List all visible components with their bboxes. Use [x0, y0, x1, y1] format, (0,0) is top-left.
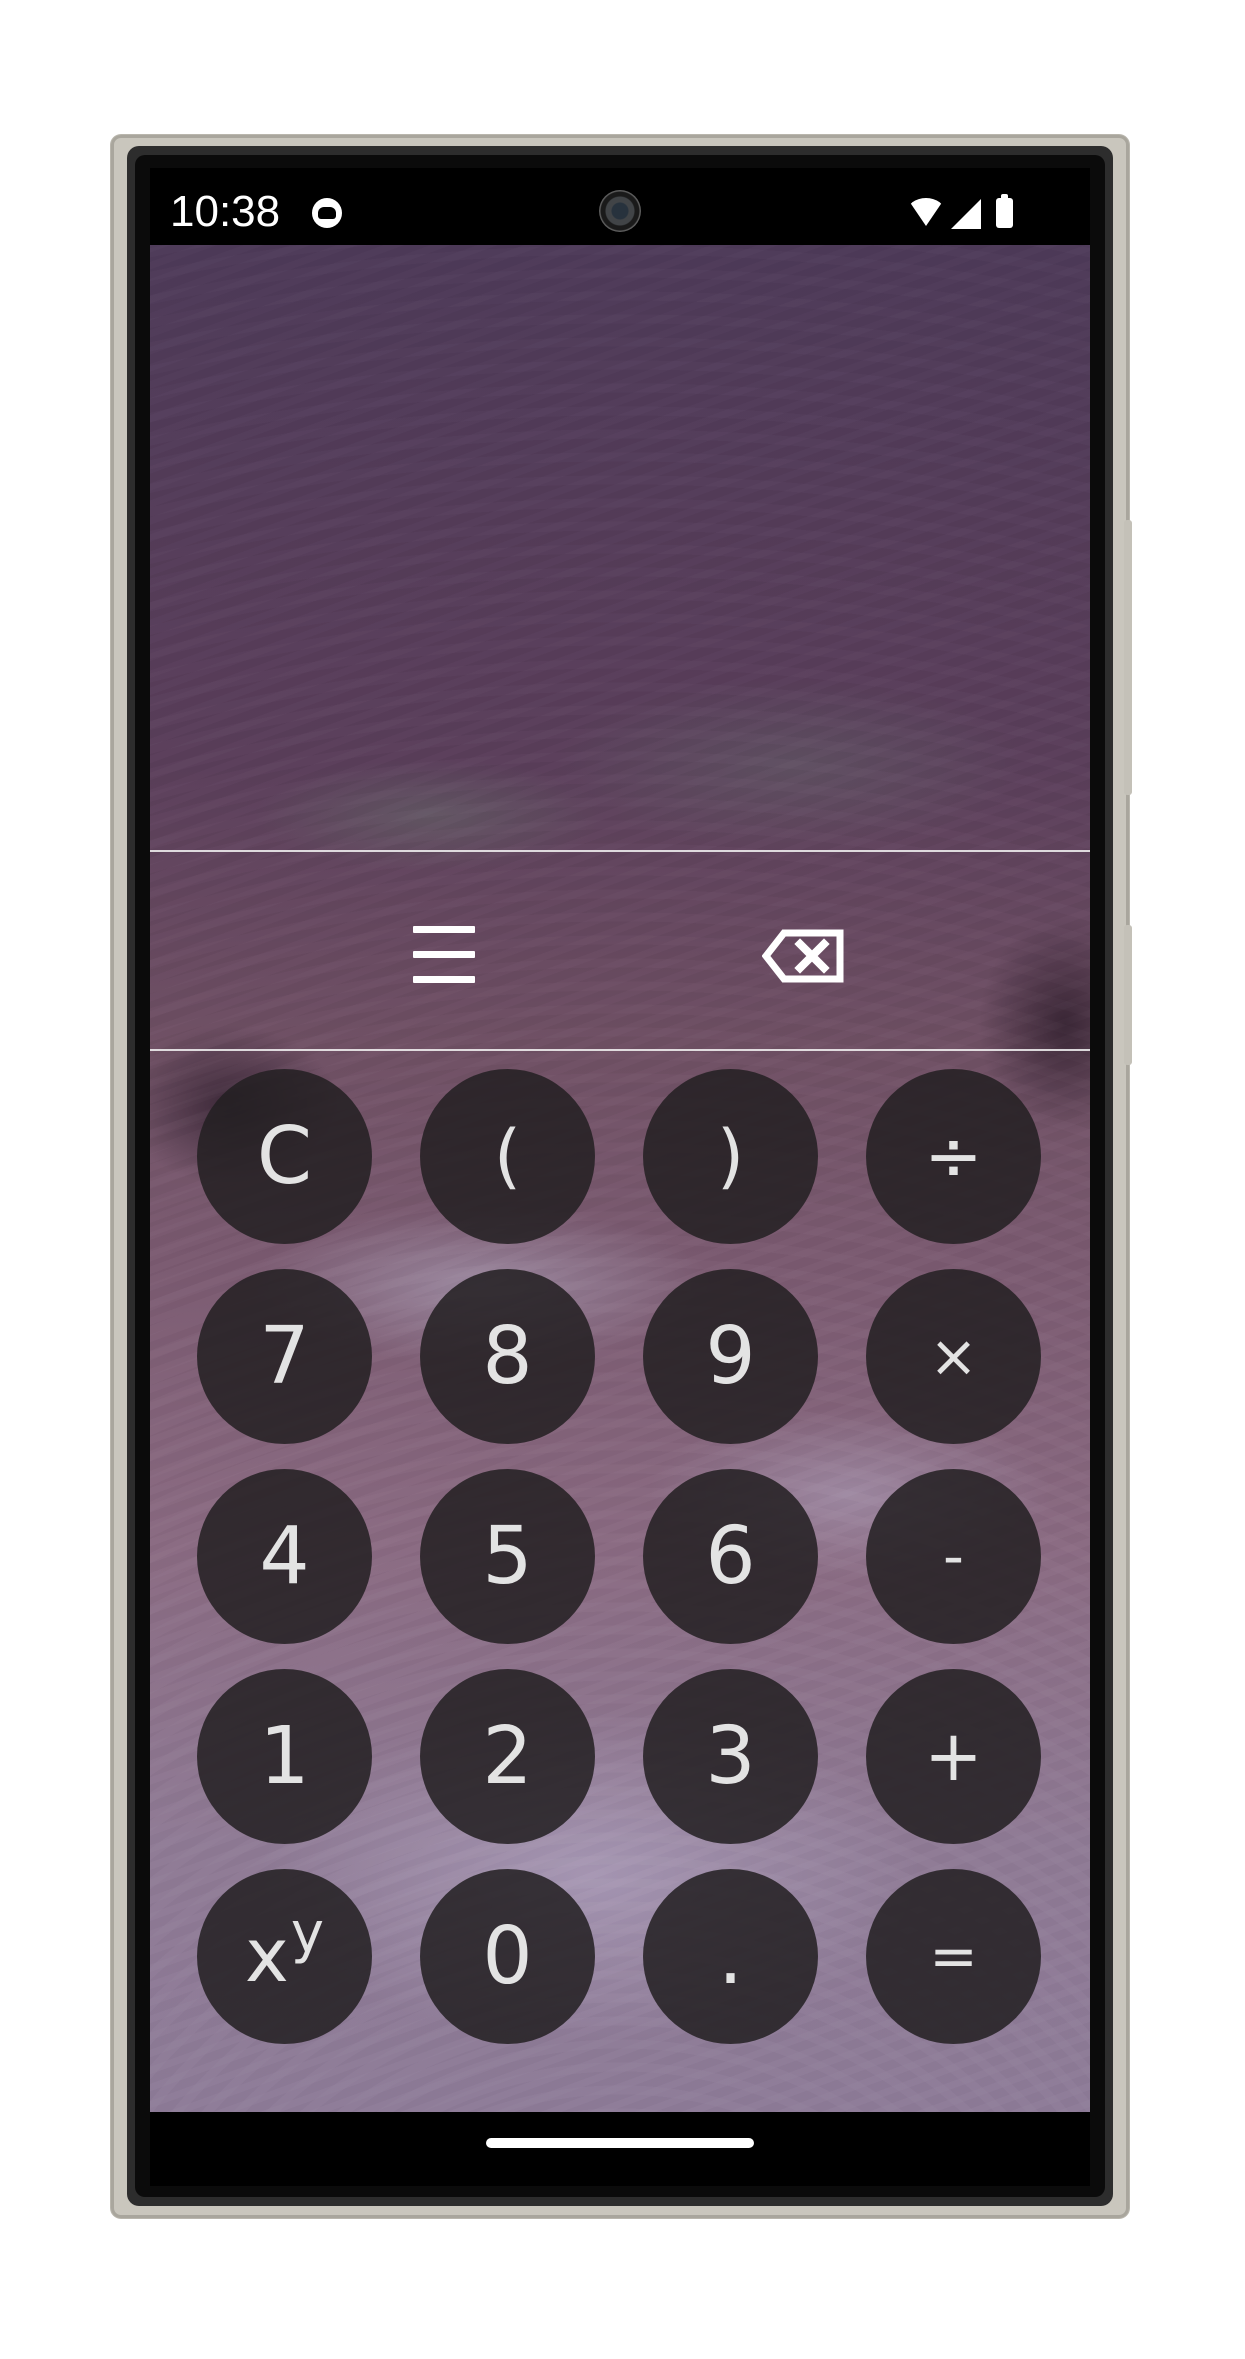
subtract-key-label: -: [943, 1522, 964, 1590]
backspace-icon: [762, 929, 844, 983]
add-key[interactable]: +: [866, 1669, 1041, 1844]
menu-icon: [413, 926, 475, 986]
subtract-key[interactable]: -: [866, 1469, 1041, 1644]
front-camera-icon: [599, 190, 641, 232]
three-key[interactable]: 3: [643, 1669, 818, 1844]
menu-icon-line: [413, 976, 475, 983]
menu-icon-line: [413, 951, 475, 958]
navigation-bar: [150, 2112, 1090, 2186]
equals-key-label: =: [929, 1922, 978, 1990]
nine-key[interactable]: 9: [643, 1269, 818, 1444]
phone-power-button: [1124, 925, 1132, 1065]
two-key-label: 2: [482, 1710, 533, 1802]
open-paren-key[interactable]: (: [420, 1069, 595, 1244]
six-key[interactable]: 6: [643, 1469, 818, 1644]
wifi-icon: [907, 198, 945, 226]
zero-key[interactable]: 0: [420, 1869, 595, 2044]
phone-screen: 10:38 C ( ) ÷ 7 8 9 × 4 5 6 - 1 2 3 + xy…: [150, 168, 1090, 2186]
home-indicator[interactable]: [486, 2138, 754, 2148]
decimal-key-label: .: [717, 1910, 744, 2002]
status-time: 10:38: [170, 187, 281, 236]
one-key[interactable]: 1: [197, 1669, 372, 1844]
five-key[interactable]: 5: [420, 1469, 595, 1644]
clear-key-label: C: [256, 1110, 313, 1202]
menu-button[interactable]: [380, 912, 510, 1002]
eight-key-label: 8: [482, 1310, 533, 1402]
four-key[interactable]: 4: [197, 1469, 372, 1644]
open-paren-key-label: (: [493, 1115, 522, 1197]
four-key-label: 4: [259, 1510, 310, 1602]
power-key-superscript-label: y: [290, 1901, 324, 1966]
calculator-display[interactable]: [150, 245, 1090, 850]
multiply-key-label: ×: [929, 1322, 978, 1390]
zero-key-label: 0: [482, 1910, 533, 2002]
three-key-label: 3: [705, 1710, 756, 1802]
nine-key-label: 9: [705, 1310, 756, 1402]
divide-key[interactable]: ÷: [866, 1069, 1041, 1244]
power-key-base-label: x: [245, 1913, 289, 1999]
one-key-label: 1: [259, 1710, 310, 1802]
clear-key[interactable]: C: [197, 1069, 372, 1244]
seven-key-label: 7: [259, 1310, 310, 1402]
cellular-signal-icon: [951, 199, 981, 229]
close-paren-key-label: ): [716, 1115, 745, 1197]
two-key[interactable]: 2: [420, 1669, 595, 1844]
five-key-label: 5: [482, 1510, 533, 1602]
decimal-key[interactable]: .: [643, 1869, 818, 2044]
status-bar: 10:38: [150, 168, 1090, 245]
seven-key[interactable]: 7: [197, 1269, 372, 1444]
close-paren-key[interactable]: ): [643, 1069, 818, 1244]
phone-volume-button: [1124, 520, 1132, 795]
battery-icon: [996, 194, 1013, 228]
add-key-label: +: [924, 1715, 983, 1797]
divide-key-label: ÷: [924, 1115, 983, 1197]
power-key[interactable]: xy: [197, 1869, 372, 2044]
calculator-keypad: C ( ) ÷ 7 8 9 × 4 5 6 - 1 2 3 + xy 0 . =: [150, 1051, 1090, 2111]
menu-icon-line: [413, 926, 475, 933]
android-face-icon: [312, 198, 342, 228]
eight-key[interactable]: 8: [420, 1269, 595, 1444]
backspace-button[interactable]: [734, 912, 864, 1002]
calculator-toolbar: [150, 850, 1090, 1051]
multiply-key[interactable]: ×: [866, 1269, 1041, 1444]
equals-key[interactable]: =: [866, 1869, 1041, 2044]
six-key-label: 6: [705, 1510, 756, 1602]
